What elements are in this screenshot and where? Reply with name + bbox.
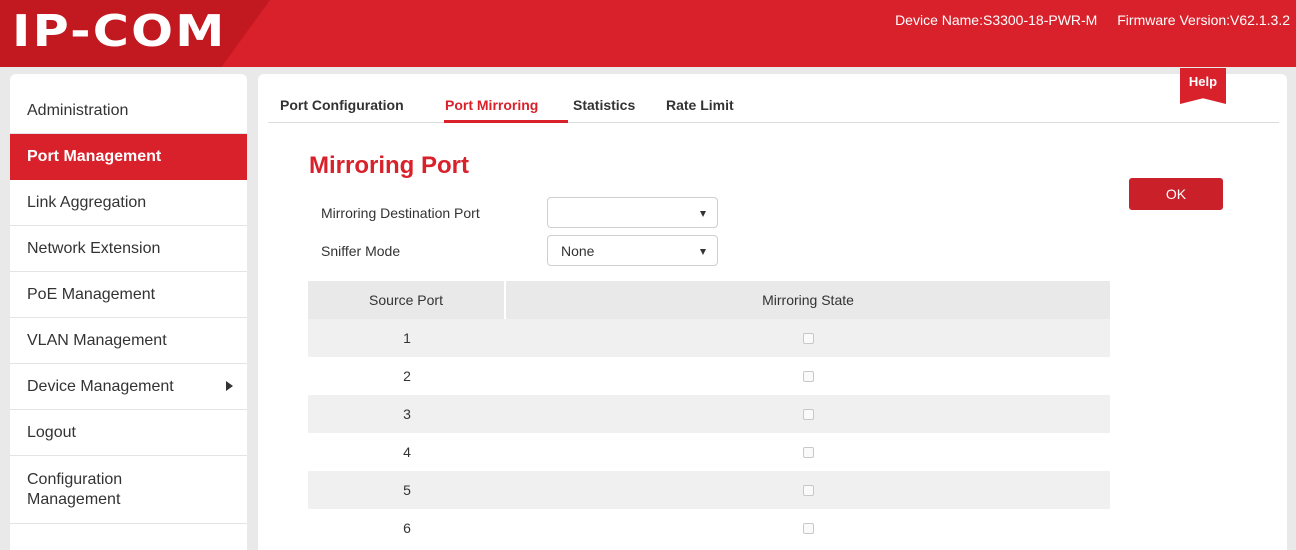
device-name: Device Name:S3300-18-PWR-M: [895, 12, 1098, 28]
dropdown-arrow-icon: [700, 211, 706, 217]
mirroring-state-checkbox[interactable]: [802, 332, 814, 344]
chevron-right-icon: [226, 381, 233, 391]
sidebar-item-label: Configuration Management: [27, 470, 123, 508]
active-tab-indicator: [444, 120, 568, 123]
mirroring-state-checkbox[interactable]: [802, 522, 814, 534]
main-panel: Port Configuration Port Mirroring Statis…: [258, 68, 1287, 550]
sidebar-item-label: Logout: [27, 423, 76, 441]
mirroring-state-checkbox[interactable]: [802, 408, 814, 420]
destination-port-select[interactable]: [547, 197, 718, 228]
mirroring-state-checkbox[interactable]: [802, 484, 814, 496]
column-header-source-port: Source Port: [308, 281, 506, 319]
sniffer-mode-label: Sniffer Mode: [321, 243, 401, 259]
sniffer-mode-select[interactable]: None: [547, 235, 718, 266]
source-port-cell: 5: [403, 482, 411, 498]
ip-com-logo: IP-COM: [12, 6, 227, 57]
sidebar-item-label: Administration: [27, 101, 129, 119]
ok-button[interactable]: OK: [1129, 178, 1223, 210]
table-row: 1: [308, 319, 1110, 357]
top-header: IP-COM Device Name:S3300-18-PWR-M Firmwa…: [0, 0, 1296, 67]
table-body: 1 2 3 4 5 6: [308, 319, 1110, 547]
firmware-version: Firmware Version:V62.1.3.2: [1117, 12, 1290, 28]
sidebar-item-label: Port Management: [27, 147, 162, 165]
source-port-table: Source Port Mirroring State 1 2 3 4 5 6: [308, 281, 1110, 547]
tab-rate-limit[interactable]: Rate Limit: [666, 97, 734, 113]
tab-port-configuration[interactable]: Port Configuration: [280, 97, 404, 113]
source-port-cell: 4: [403, 444, 411, 460]
tab-statistics[interactable]: Statistics: [573, 97, 635, 113]
table-row: 4: [308, 433, 1110, 471]
sidebar-item-label: Device Management: [27, 377, 174, 395]
table-row: 6: [308, 509, 1110, 547]
table-row: 2: [308, 357, 1110, 395]
table-header: Source Port Mirroring State: [308, 281, 1110, 319]
tab-port-mirroring[interactable]: Port Mirroring: [445, 97, 538, 113]
mirroring-state-checkbox[interactable]: [802, 370, 814, 382]
sidebar-item-label: Link Aggregation: [27, 193, 147, 211]
source-port-cell: 3: [403, 406, 411, 422]
sidebar-item-port-management[interactable]: Port Management: [10, 134, 247, 180]
sidebar-item-logout[interactable]: Logout: [10, 410, 247, 456]
section-title: Mirroring Port: [309, 152, 469, 179]
sidebar-item-link-aggregation[interactable]: Link Aggregation: [10, 180, 247, 226]
sidebar-item-vlan-management[interactable]: VLAN Management: [10, 318, 247, 364]
sidebar-item-label: VLAN Management: [27, 331, 167, 349]
table-row: 3: [308, 395, 1110, 433]
sidebar: Administration Port Management Link Aggr…: [10, 74, 247, 550]
sidebar-item-administration[interactable]: Administration: [10, 88, 247, 134]
device-info: Device Name:S3300-18-PWR-M Firmware Vers…: [879, 12, 1290, 28]
source-port-cell: 1: [403, 330, 411, 346]
sidebar-item-configuration-management[interactable]: Configuration Management: [10, 456, 247, 524]
mirroring-state-checkbox[interactable]: [802, 446, 814, 458]
sidebar-item-label: PoE Management: [27, 285, 156, 303]
sidebar-item-poe-management[interactable]: PoE Management: [10, 272, 247, 318]
source-port-cell: 2: [403, 368, 411, 384]
sniffer-mode-value: None: [561, 243, 595, 259]
dropdown-arrow-icon: [700, 249, 706, 255]
sidebar-item-network-extension[interactable]: Network Extension: [10, 226, 247, 272]
source-port-cell: 6: [403, 520, 411, 536]
table-row: 5: [308, 471, 1110, 509]
tab-bar: Port Configuration Port Mirroring Statis…: [268, 91, 1279, 123]
destination-port-label: Mirroring Destination Port: [321, 205, 480, 221]
sidebar-item-label: Network Extension: [27, 239, 161, 257]
sidebar-item-device-management[interactable]: Device Management: [10, 364, 247, 410]
column-header-mirroring-state: Mirroring State: [762, 292, 854, 308]
